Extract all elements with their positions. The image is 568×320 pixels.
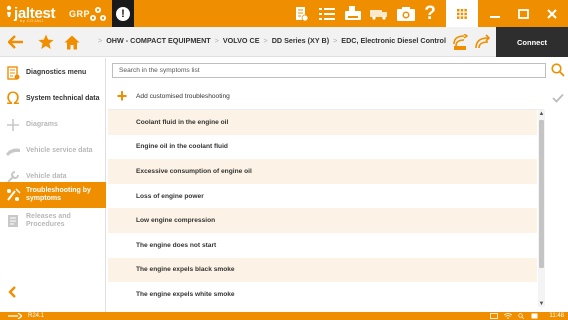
home-icon[interactable] <box>62 31 82 53</box>
collapse-sidebar-button[interactable] <box>4 284 20 300</box>
camera-icon[interactable] <box>396 0 416 27</box>
close-icon <box>547 8 557 19</box>
maximize-button[interactable] <box>508 0 538 27</box>
sidebar-item-label: System technical data <box>26 95 100 102</box>
maximize-icon <box>517 8 529 19</box>
symptom-row[interactable]: Coolant fluid in the engine oil <box>108 110 537 135</box>
sidebar-item-diagnostics-menu[interactable]: Diagnostics menu <box>0 60 106 86</box>
plus-icon: + <box>116 86 128 106</box>
breadcrumb-separator: > <box>333 36 338 45</box>
breadcrumb-separator: > <box>98 36 103 45</box>
chevron-left-icon <box>8 286 16 298</box>
sidebar-item-label: Troubleshooting by symptoms <box>26 187 91 202</box>
top-bar: jaltest by COJALI GRP ! ? <box>0 0 568 27</box>
service-icon <box>0 138 26 164</box>
search-status-icon <box>518 312 524 320</box>
favorites-star-icon[interactable] <box>36 31 56 53</box>
troubleshooting-icon <box>0 182 26 208</box>
minimize-button[interactable] <box>480 0 510 27</box>
close-button[interactable] <box>537 0 567 27</box>
sidebar-item-label: Diagrams <box>26 121 58 128</box>
symptoms-search-input[interactable] <box>112 63 546 78</box>
document-icon <box>0 208 26 234</box>
symptom-row[interactable]: The engine does not start <box>108 233 537 258</box>
breadcrumb-item[interactable]: DD Series (XY B) <box>272 36 329 45</box>
modules-icon[interactable] <box>88 0 108 27</box>
symptom-row[interactable]: Engine oil in the coolant fluid <box>108 135 537 160</box>
alert-icon: ! <box>116 6 130 21</box>
symptom-row[interactable]: The engine expels black smoke <box>108 257 537 283</box>
minimize-icon <box>490 15 500 18</box>
clock: 11:48 <box>549 313 564 319</box>
wifi-icon <box>504 312 512 320</box>
grid-icon <box>457 8 467 19</box>
vehicle-icon[interactable] <box>370 0 388 27</box>
breadcrumb-separator: > <box>263 36 268 45</box>
diagnostics-icon <box>0 60 26 86</box>
sidebar-item-system-technical-data[interactable]: Ω System technical data <box>0 86 106 112</box>
screen-icon <box>490 312 498 320</box>
breadcrumb-item[interactable]: EDC, Electronic Diesel Control <box>341 36 446 45</box>
report-icon[interactable] <box>292 0 310 27</box>
add-custom-troubleshooting[interactable]: + Add customised troubleshooting <box>108 84 544 110</box>
symptom-row[interactable]: Loss of engine power <box>108 184 537 209</box>
scrollbar-thumb[interactable] <box>539 120 544 268</box>
test-connection-icon[interactable] <box>450 31 470 53</box>
scroll-down-icon[interactable]: ▼ <box>538 300 545 307</box>
print-icon[interactable] <box>344 0 362 27</box>
status-bar: R24.1 11:48 <box>0 312 568 320</box>
sidebar-item-label: Diagnostics menu <box>26 69 87 76</box>
sidebar-item-diagrams[interactable]: Diagrams <box>0 112 106 138</box>
sidebar-item-label: Vehicle service data <box>26 147 93 154</box>
symptom-row[interactable]: Low engine compression <box>108 208 537 233</box>
add-custom-troubleshooting-label: Add customised troubleshooting <box>136 93 230 100</box>
calendar-icon <box>531 312 538 320</box>
search-icon[interactable] <box>550 61 566 79</box>
symptoms-list: Coolant fluid in the engine oil Engine o… <box>108 110 537 307</box>
sidebar: Diagnostics menu Ω System technical data… <box>0 58 106 312</box>
navigation-bar: > OHW - COMPACT EQUIPMENT > VOLVO CE > D… <box>0 27 568 57</box>
sidebar-item-label: Releases and Procedures <box>26 213 71 228</box>
breadcrumb-item[interactable]: OHW - COMPACT EQUIPMENT <box>106 36 210 45</box>
diagram-icon <box>0 112 26 138</box>
checkmark-icon[interactable] <box>550 90 566 106</box>
vci-icon <box>8 312 22 320</box>
jaltest-logo: jaltest by COJALI <box>6 4 56 23</box>
connection-icon[interactable] <box>472 31 492 53</box>
connect-button[interactable]: Connect <box>496 27 568 57</box>
logo-mark-icon <box>6 5 12 17</box>
symptom-row[interactable]: Excessive consumption of engine oil <box>108 159 537 184</box>
breadcrumb-separator: > <box>214 36 219 45</box>
ohm-icon: Ω <box>6 88 20 109</box>
software-version: R24.1 <box>28 313 45 319</box>
breadcrumb-item[interactable]: VOLVO CE <box>223 36 260 45</box>
sidebar-item-troubleshooting[interactable]: Troubleshooting by symptoms <box>0 182 106 208</box>
scroll-up-icon[interactable]: ▲ <box>538 110 545 117</box>
back-arrow-icon[interactable] <box>6 31 26 53</box>
list-icon[interactable] <box>318 0 336 27</box>
alert-button[interactable]: ! <box>112 0 134 27</box>
sidebar-item-releases-procedures[interactable]: Releases and Procedures <box>0 208 106 234</box>
logo-subtext: by COJALI <box>20 18 44 23</box>
sidebar-item-vehicle-service-data[interactable]: Vehicle service data <box>0 138 106 164</box>
help-icon[interactable]: ? <box>422 0 438 27</box>
sidebar-item-label: Vehicle data <box>26 173 67 180</box>
product-label: GRP <box>69 9 91 19</box>
apps-grid-button[interactable] <box>446 0 478 27</box>
breadcrumb: > OHW - COMPACT EQUIPMENT > VOLVO CE > D… <box>94 36 446 45</box>
symptom-row[interactable]: The engine expels white smoke <box>108 282 537 307</box>
